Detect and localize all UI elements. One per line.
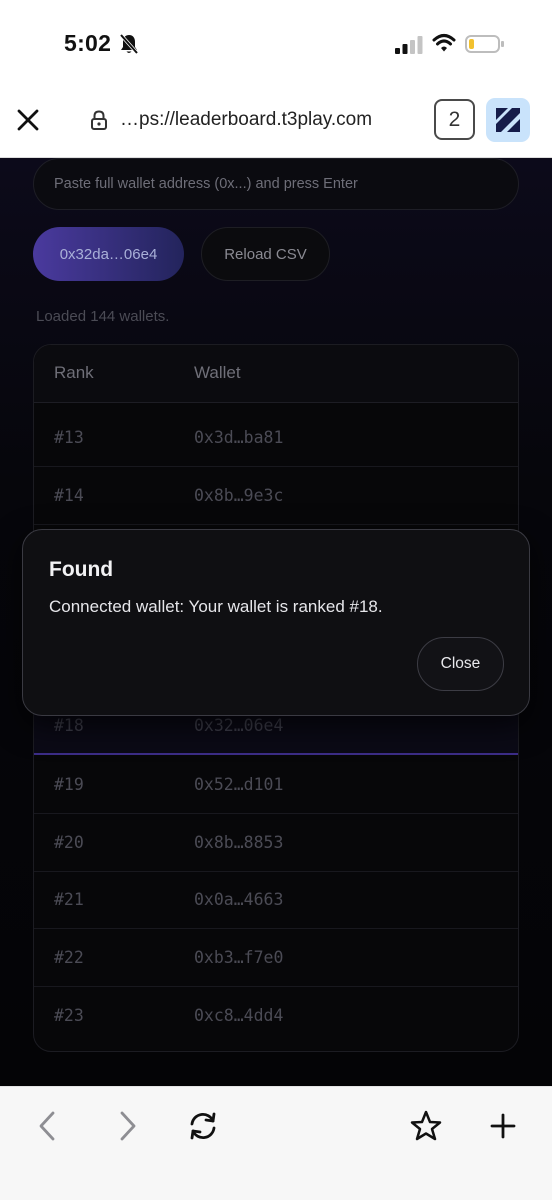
- reload-icon[interactable]: [186, 1109, 220, 1143]
- status-bar: 5:02: [0, 0, 552, 90]
- bookmark-star-icon[interactable]: [409, 1109, 443, 1143]
- row-rank: #23: [54, 1006, 84, 1025]
- tab-count-button[interactable]: 2: [434, 99, 475, 140]
- row-rank: #14: [54, 486, 84, 505]
- row-wallet: 0x0a…4663: [194, 890, 284, 909]
- dialog-title: Found: [49, 558, 114, 581]
- browser-toolbar: …ps://leaderboard.t3play.com 2: [0, 90, 552, 158]
- dialog-message: Connected wallet: Your wallet is ranked …: [49, 597, 383, 616]
- wallet-search-input[interactable]: [33, 158, 519, 210]
- table-row[interactable]: #21 0x0a…4663: [34, 871, 518, 929]
- row-wallet: 0xc8…4dd4: [194, 1006, 284, 1025]
- row-rank: #21: [54, 890, 84, 909]
- table-header: Rank Wallet: [34, 345, 518, 403]
- table-row[interactable]: #22 0xb3…f7e0: [34, 929, 518, 987]
- extension-icon: [496, 108, 520, 132]
- loaded-status: Loaded 144 wallets.: [36, 308, 170, 325]
- table-row[interactable]: #23 0xc8…4dd4: [34, 987, 518, 1045]
- connected-wallet-button[interactable]: 0x32da…06e4: [33, 227, 184, 281]
- row-rank: #18: [54, 716, 84, 735]
- row-rank: #13: [54, 428, 84, 447]
- forward-icon[interactable]: [110, 1109, 144, 1143]
- browser-bottom-bar: [0, 1086, 552, 1200]
- header-rank: Rank: [54, 363, 94, 382]
- battery-icon: [465, 35, 504, 53]
- status-time: 5:02: [64, 30, 112, 56]
- header-wallet: Wallet: [194, 363, 241, 382]
- extension-button[interactable]: [486, 98, 530, 142]
- back-icon[interactable]: [31, 1109, 65, 1143]
- wifi-icon: [432, 34, 456, 52]
- found-dialog: Found Connected wallet: Your wallet is r…: [22, 529, 530, 716]
- table-row[interactable]: #14 0x8b…9e3c: [34, 467, 518, 525]
- reload-csv-button[interactable]: Reload CSV: [201, 227, 330, 281]
- row-rank: #22: [54, 948, 84, 967]
- table-row[interactable]: #20 0x8b…8853: [34, 814, 518, 872]
- new-tab-plus-icon[interactable]: [486, 1109, 520, 1143]
- row-wallet: 0x8b…8853: [194, 833, 284, 852]
- close-icon[interactable]: [14, 106, 42, 134]
- row-rank: #20: [54, 833, 84, 852]
- row-wallet: 0x3d…ba81: [194, 428, 284, 447]
- row-wallet: 0x52…d101: [194, 775, 284, 794]
- bell-slash-icon: [119, 33, 139, 55]
- lock-icon: [91, 110, 107, 130]
- row-rank: #19: [54, 775, 84, 794]
- url-field[interactable]: …ps://leaderboard.t3play.com: [120, 109, 372, 131]
- row-wallet: 0x32…06e4: [194, 716, 284, 735]
- signal-icon: [395, 36, 423, 54]
- dialog-close-button[interactable]: Close: [417, 637, 504, 691]
- row-wallet: 0x8b…9e3c: [194, 486, 284, 505]
- table-row[interactable]: #13 0x3d…ba81: [34, 409, 518, 467]
- row-wallet: 0xb3…f7e0: [194, 948, 284, 967]
- table-row[interactable]: #19 0x52…d101: [34, 756, 518, 814]
